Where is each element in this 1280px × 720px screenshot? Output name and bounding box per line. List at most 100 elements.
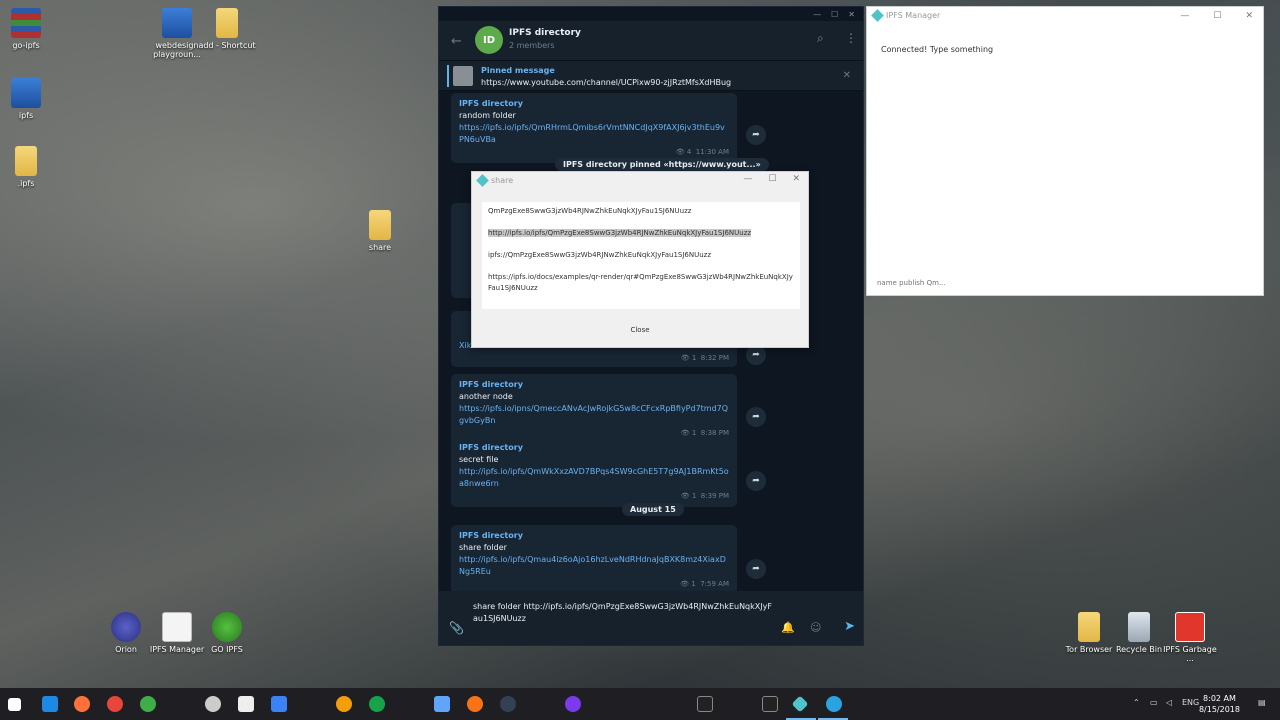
minimize-button[interactable]: — [1180,11,1189,21]
telegram-titlebar: — ☐ ✕ [439,7,863,21]
terminal-icon[interactable] [697,696,713,712]
search-icon[interactable]: ⌕ [817,31,824,46]
forward-icon[interactable]: ➦ [746,407,766,427]
maximize-button[interactable]: ☐ [1213,11,1221,21]
chevron-up-icon[interactable]: ⌃ [1133,698,1140,707]
message-link[interactable]: http://ipfs.io/ipfs/Qmau4iz6oAjo16hzLveN… [459,554,729,578]
message-bubble[interactable]: IPFS directory share folder http://ipfs.… [451,525,737,595]
network-icon[interactable]: ▭ [1150,698,1158,707]
folder-shortcut-icon [216,8,238,38]
message-text: random folder [459,111,516,120]
maximize-button[interactable]: ☐ [831,10,838,19]
message-time: 11:30 AM [695,148,729,156]
manager-window-controls: — ☐ ✕ [1180,11,1253,21]
command-input[interactable] [877,279,1177,287]
close-button[interactable]: ✕ [792,174,800,184]
back-arrow-icon[interactable]: ← [451,34,462,49]
chat-title[interactable]: IPFS directory [509,28,581,38]
folder-icon [369,210,391,240]
pinned-accent-bar [447,65,449,87]
desktop-icon-add-shortcut[interactable]: add - Shortcut [197,8,257,50]
message-time: 8:39 PM [700,492,729,500]
media-icon[interactable] [467,696,483,712]
bell-icon[interactable]: 🔔 [781,621,795,634]
clock[interactable]: 8:02 AM 8/15/2018 [1199,693,1240,715]
send-icon[interactable]: ➤ [844,619,855,634]
forward-icon[interactable]: ➦ [746,125,766,145]
vpn-icon[interactable] [271,696,287,712]
message-meta: 👁 4 11:30 AM [459,146,729,158]
desktop-icon-go-ipfs-shortcut[interactable]: GO IPFS [197,612,257,654]
settings-icon[interactable] [205,696,221,712]
desktop-icon-ipfs[interactable]: ipfs [0,78,56,120]
tor-icon [1078,612,1100,642]
language-indicator[interactable]: ENG [1182,698,1199,707]
ipfs-cube-icon[interactable] [791,695,809,713]
recycle-bin-icon [1128,612,1150,642]
record-icon[interactable] [565,696,581,712]
clock-date: 8/15/2018 [1198,705,1240,714]
paperclip-icon[interactable]: 📎 [449,621,464,635]
forward-icon[interactable]: ➦ [746,345,766,365]
view-count: 1 [691,429,697,437]
close-button[interactable]: Close [622,322,658,338]
terminal-icon[interactable] [762,696,778,712]
date-separator: August 15 [622,503,684,516]
message-meta: 👁 1 7:59 AM [459,578,729,590]
pinned-thumbnail [453,66,473,86]
message-link[interactable]: http://ipfs.io/ipfs/QmWkXxzAVD7BPqs4SW9c… [459,466,729,490]
store-icon[interactable] [238,696,254,712]
close-icon[interactable]: ✕ [843,70,851,81]
cube-app-icon[interactable] [434,696,450,712]
ipfs-manager-title: IPFS Manager [871,9,940,22]
minimize-button[interactable]: — [813,10,821,19]
close-button[interactable]: ✕ [848,10,855,19]
forward-icon[interactable]: ➦ [746,559,766,579]
pinned-message-bar[interactable]: Pinned message https://www.youtube.com/c… [439,61,863,91]
message-bubble[interactable]: IPFS directory secret file http://ipfs.i… [451,437,737,507]
desktop-icon-dot-ipfs[interactable]: .ipfs [0,146,56,188]
volume-icon[interactable]: ◁ [1166,698,1172,707]
pinned-text: https://www.youtube.com/channel/UCPixw90… [481,78,732,87]
orion-icon [111,612,141,642]
notification-icon[interactable]: ▤ [1258,698,1266,707]
message-link[interactable]: https://ipfs.io/ipfs/QmRHrmLQmibs6rVmtNN… [459,122,729,146]
maximize-button[interactable]: ☐ [768,174,776,184]
edge-icon[interactable] [42,696,58,712]
globe-icon[interactable] [140,696,156,712]
firefox-icon[interactable] [74,696,90,712]
forward-icon[interactable]: ➦ [746,471,766,491]
message-bubble[interactable]: IPFS directory random folder https://ipf… [451,93,737,163]
desktop-icon-ipfs-garbage[interactable]: IPFS Garbage ... [1160,612,1220,663]
share-ipfs-uri[interactable]: ipfs://QmPzgExe8SwwG3jzWb4RJNwZhkEuNqkXJ… [488,250,794,261]
desktop-icon-share[interactable]: share [350,210,410,252]
eye-icon: 👁 [680,492,690,500]
minimize-button[interactable]: — [743,174,752,184]
message-input[interactable]: share folder http://ipfs.io/ipfs/QmPzgEx… [473,601,773,625]
message-link[interactable]: https://ipfs.io/ipns/QmeccANvAcJwRojkG5w… [459,403,729,427]
message-bubble[interactable]: IPFS directory another node https://ipfs… [451,374,737,444]
share-qr-link[interactable]: https://ipfs.io/docs/examples/qr-render/… [488,272,794,294]
desktop-icon-go-ipfs[interactable]: go-ipfs [0,8,56,50]
taskbar: ⌃ ▭ ◁ ENG 8:02 AM 8/15/2018 ▤ [0,688,1280,720]
java-icon [162,612,192,642]
more-options-icon[interactable]: ⋮ [845,31,857,45]
chrome-icon[interactable] [107,696,123,712]
close-button[interactable]: ✕ [1245,11,1253,21]
message-text: share folder [459,543,507,552]
share-hash[interactable]: QmPzgExe8SwwG3jzWb4RJNwZhkEuNqkXJyFau1SJ… [488,206,794,217]
service-message-pinned: IPFS directory pinned «https://www.yout.… [555,158,769,171]
share-gateway-link[interactable]: http://ipfs.io/ipfs/QmPzgExe8SwwG3jzWb4R… [488,229,752,237]
windows-start-icon[interactable] [8,698,21,711]
emoji-icon[interactable]: ☺ [810,621,821,634]
share-links-area[interactable]: QmPzgExe8SwwG3jzWb4RJNwZhkEuNqkXJyFau1SJ… [482,202,800,309]
connection-status: Connected! Type something [881,45,994,54]
browser-icon[interactable] [336,696,352,712]
message-sender: IPFS directory [459,99,523,108]
avatar[interactable]: ID [475,26,503,54]
shortcut-folder-icon [162,8,192,38]
app-icon[interactable] [369,696,385,712]
steam-icon[interactable] [500,696,516,712]
telegram-icon[interactable] [826,696,842,712]
winrar-archive-icon [11,8,41,38]
